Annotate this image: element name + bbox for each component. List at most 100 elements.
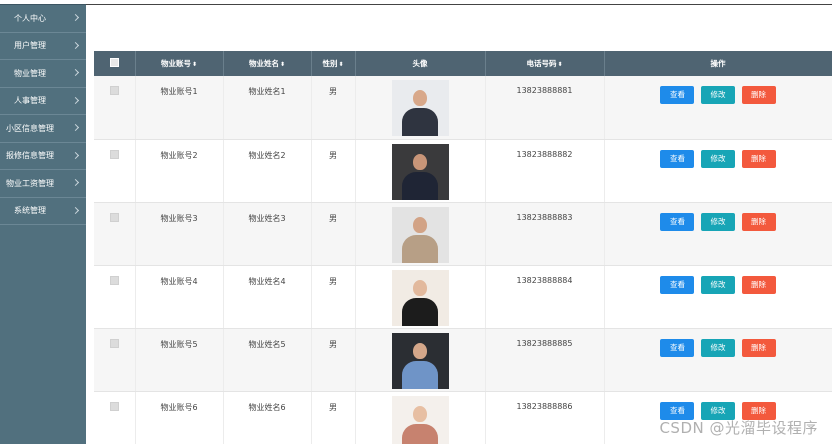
sort-icon[interactable]: ⬍ bbox=[338, 61, 343, 68]
chevron-right-icon bbox=[71, 14, 80, 22]
column-header-name[interactable]: 物业姓名⬍ bbox=[223, 51, 312, 76]
sidebar-item-label: 用户管理 bbox=[14, 41, 46, 51]
table-row[interactable]: 物业账号4 物业姓名4 男 13823888884 查看 修改 删除 bbox=[94, 265, 832, 329]
row-checkbox[interactable] bbox=[109, 86, 119, 95]
phone-cell: 13823888884 bbox=[485, 265, 605, 329]
row-checkbox[interactable] bbox=[109, 401, 119, 411]
avatar-cell bbox=[355, 391, 486, 444]
edit-button[interactable]: 修改 bbox=[701, 212, 735, 231]
phone-cell: 13823888885 bbox=[485, 328, 605, 392]
row-select-cell[interactable] bbox=[94, 391, 136, 444]
sidebar-item-community-info[interactable]: 小区信息管理 bbox=[0, 115, 86, 143]
sort-icon[interactable]: ⬍ bbox=[280, 61, 285, 68]
name-cell: 物业姓名1 bbox=[223, 76, 312, 140]
avatar-cell bbox=[355, 202, 486, 266]
column-header-actions: 操作 bbox=[604, 51, 832, 76]
select-all-header[interactable] bbox=[94, 51, 136, 76]
edit-button[interactable]: 修改 bbox=[701, 149, 735, 168]
avatar-cell bbox=[355, 139, 486, 203]
view-button[interactable]: 查看 bbox=[660, 338, 695, 357]
sidebar-item-personal-center[interactable]: 个人中心 bbox=[0, 5, 86, 33]
column-header-phone[interactable]: 电话号码⬍ bbox=[485, 51, 605, 76]
sidebar: 个人中心 用户管理 物业管理 人事管理 小区信息管理 报修信息管理 物业工资管理… bbox=[0, 4, 86, 444]
name-cell: 物业姓名4 bbox=[223, 265, 312, 329]
row-select-cell[interactable] bbox=[94, 76, 136, 140]
phone-cell: 13823888883 bbox=[485, 202, 605, 266]
sidebar-item-label: 小区信息管理 bbox=[6, 123, 54, 133]
sidebar-item-label: 系统管理 bbox=[14, 206, 46, 216]
delete-button[interactable]: 删除 bbox=[741, 212, 776, 231]
view-button[interactable]: 查看 bbox=[660, 86, 695, 104]
avatar-cell bbox=[355, 265, 486, 329]
sort-icon[interactable]: ⬍ bbox=[557, 61, 562, 68]
column-header-gender[interactable]: 性别⬍ bbox=[311, 51, 356, 76]
table-row[interactable]: 物业账号5 物业姓名5 男 13823888885 查看 修改 删除 bbox=[94, 328, 832, 392]
name-cell: 物业姓名3 bbox=[223, 202, 312, 266]
photo-body bbox=[402, 423, 438, 444]
row-checkbox[interactable] bbox=[109, 212, 119, 222]
chevron-right-icon bbox=[71, 206, 80, 214]
chevron-right-icon bbox=[71, 151, 80, 159]
person-photo-icon bbox=[391, 206, 449, 263]
table-row[interactable]: 物业账号2 物业姓名2 男 13823888882 查看 修改 删除 bbox=[94, 139, 832, 203]
gender-cell: 男 bbox=[311, 265, 356, 329]
person-photo-icon bbox=[391, 332, 449, 389]
sidebar-item-repair-info[interactable]: 报修信息管理 bbox=[0, 143, 86, 170]
delete-button[interactable]: 删除 bbox=[741, 149, 776, 168]
photo-body bbox=[402, 297, 438, 326]
delete-button[interactable]: 删除 bbox=[741, 86, 776, 104]
sidebar-item-user-management[interactable]: 用户管理 bbox=[0, 33, 86, 60]
row-checkbox[interactable] bbox=[109, 275, 119, 285]
row-select-cell[interactable] bbox=[94, 202, 136, 266]
photo-head bbox=[413, 153, 427, 170]
sidebar-item-salary-management[interactable]: 物业工资管理 bbox=[0, 170, 86, 198]
column-header-account[interactable]: 物业账号⬍ bbox=[135, 51, 224, 76]
photo-body bbox=[402, 171, 438, 200]
sort-icon[interactable]: ⬍ bbox=[192, 61, 197, 68]
delete-button[interactable]: 删除 bbox=[741, 275, 776, 294]
actions-cell: 查看 修改 删除 bbox=[604, 76, 832, 140]
photo-head bbox=[413, 90, 427, 106]
gender-cell: 男 bbox=[311, 391, 356, 444]
select-all-checkbox[interactable] bbox=[109, 58, 119, 67]
account-cell: 物业账号2 bbox=[135, 139, 224, 203]
photo-body bbox=[402, 108, 438, 136]
photo-head bbox=[413, 279, 427, 296]
phone-cell: 13823888886 bbox=[485, 391, 605, 444]
edit-button[interactable]: 修改 bbox=[701, 338, 735, 357]
gender-cell: 男 bbox=[311, 202, 356, 266]
chevron-right-icon bbox=[71, 179, 80, 187]
chevron-right-icon bbox=[71, 124, 80, 132]
sidebar-item-hr-management[interactable]: 人事管理 bbox=[0, 88, 86, 115]
edit-button[interactable]: 修改 bbox=[701, 86, 735, 104]
view-button[interactable]: 查看 bbox=[660, 275, 695, 294]
top-divider bbox=[86, 4, 832, 5]
sidebar-item-label: 人事管理 bbox=[14, 96, 46, 106]
sidebar-item-system-management[interactable]: 系统管理 bbox=[0, 198, 86, 225]
column-header-avatar: 头像 bbox=[355, 51, 486, 76]
table-row[interactable]: 物业账号1 物业姓名1 男 13823888881 查看 修改 删除 bbox=[94, 76, 832, 140]
view-button[interactable]: 查看 bbox=[660, 149, 695, 168]
row-select-cell[interactable] bbox=[94, 139, 136, 203]
phone-cell: 13823888881 bbox=[485, 76, 605, 140]
person-photo-icon bbox=[391, 80, 449, 136]
row-select-cell[interactable] bbox=[94, 328, 136, 392]
photo-head bbox=[413, 216, 427, 233]
row-select-cell[interactable] bbox=[94, 265, 136, 329]
view-button[interactable]: 查看 bbox=[660, 212, 695, 231]
gender-cell: 男 bbox=[311, 328, 356, 392]
name-cell: 物业姓名6 bbox=[223, 391, 312, 444]
row-checkbox[interactable] bbox=[109, 338, 119, 348]
sidebar-item-property-management[interactable]: 物业管理 bbox=[0, 60, 86, 88]
account-cell: 物业账号3 bbox=[135, 202, 224, 266]
actions-cell: 查看 修改 删除 bbox=[604, 328, 832, 392]
row-checkbox[interactable] bbox=[109, 149, 119, 159]
table-row[interactable]: 物业账号3 物业姓名3 男 13823888883 查看 修改 删除 bbox=[94, 202, 832, 266]
actions-cell: 查看 修改 删除 bbox=[604, 139, 832, 203]
photo-body bbox=[402, 234, 438, 263]
person-photo-icon bbox=[391, 269, 449, 326]
delete-button[interactable]: 删除 bbox=[741, 338, 776, 357]
edit-button[interactable]: 修改 bbox=[701, 275, 735, 294]
account-cell: 物业账号1 bbox=[135, 76, 224, 140]
sidebar-item-label: 个人中心 bbox=[14, 13, 46, 23]
